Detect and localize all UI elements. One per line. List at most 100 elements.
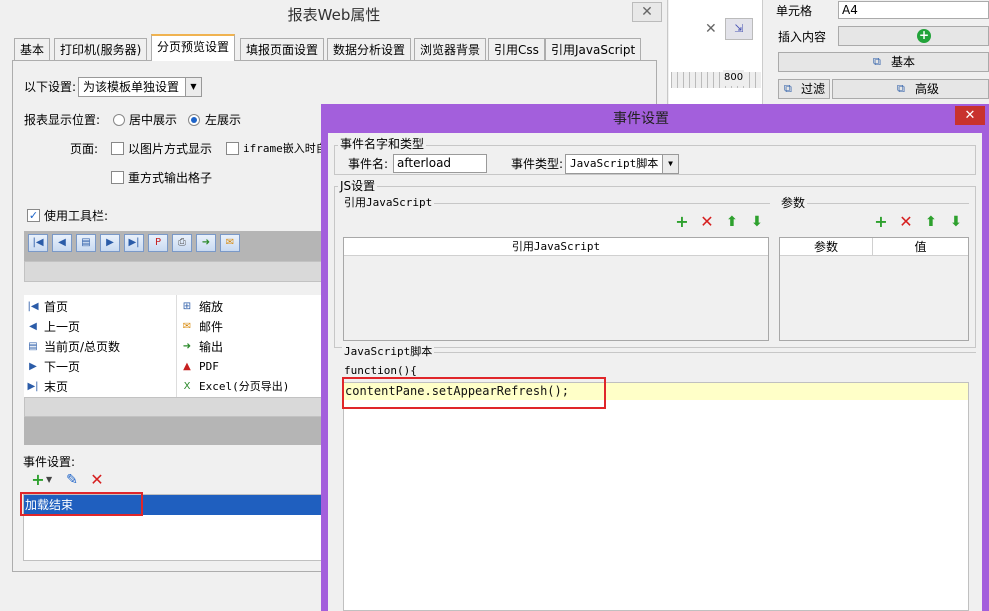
list-item-prev[interactable]: 上一页 <box>44 319 80 335</box>
list-item-zoom[interactable]: 缩放 <box>199 299 223 315</box>
code-editor[interactable] <box>343 382 969 611</box>
settings-icon: ⧉ <box>873 55 881 68</box>
tab-ref-js[interactable]: 引用JavaScript <box>545 38 642 60</box>
pdf-icon[interactable]: P <box>148 234 168 252</box>
chevron-down-icon[interactable]: ▼ <box>46 475 52 484</box>
event-type-label: 事件类型: <box>511 157 564 171</box>
delete-icon[interactable]: ✕ <box>89 472 105 488</box>
filter-icon: ⧉ <box>784 82 792 95</box>
list-item-export[interactable]: 输出 <box>199 339 223 355</box>
basic-button-label: 基本 <box>891 55 916 69</box>
tab-browser-bg[interactable]: 浏览器背景 <box>414 38 487 60</box>
basic-button[interactable]: ⧉ 基本 <box>778 52 989 72</box>
ref-js-group-label: 引用JavaScript <box>342 196 435 210</box>
tab-ref-css[interactable]: 引用Css <box>488 38 545 60</box>
arrow-down-icon[interactable]: ⬇ <box>749 214 765 230</box>
event-name-label: 事件名: <box>348 157 389 171</box>
tab-printer[interactable]: 打印机(服务器) <box>54 38 148 60</box>
export-icon: ➜ <box>182 341 192 352</box>
close-icon[interactable]: ✕ <box>632 2 662 22</box>
params-column-header: 参数 <box>780 238 873 256</box>
checkbox-grid[interactable] <box>111 171 124 184</box>
dialog-title: 报表Web属性 <box>287 6 381 24</box>
js-settings-group-label: JS设置 <box>338 179 378 193</box>
ref-js-column-header: 引用JavaScript <box>344 238 768 256</box>
radio-left-label: 左展示 <box>205 113 242 127</box>
excel-icon: X <box>183 381 191 392</box>
first-page-icon[interactable]: |◀ <box>28 234 48 252</box>
tab-data-analysis[interactable]: 数据分析设置 <box>327 38 412 60</box>
params-divider <box>779 203 969 204</box>
radio-left[interactable] <box>188 114 200 126</box>
insert-button[interactable]: + <box>838 26 989 46</box>
list-item-excel[interactable]: Excel(分页导出) <box>199 379 289 395</box>
list-item-next[interactable]: 下一页 <box>44 359 80 375</box>
delete-icon[interactable]: ✕ <box>699 214 715 230</box>
advanced-button[interactable]: ⧉ 高级 <box>832 79 989 99</box>
filter-button[interactable]: ⧉ 过滤 <box>778 79 830 99</box>
arrow-up-icon[interactable]: ⬆ <box>724 214 740 230</box>
add-icon[interactable]: + <box>873 214 889 230</box>
first-page-icon: |◀ <box>27 301 39 312</box>
position-label: 报表显示位置: <box>24 113 101 127</box>
print-icon[interactable]: ⎙ <box>172 234 192 252</box>
radio-center[interactable] <box>113 114 125 126</box>
list-item-first[interactable]: 首页 <box>44 299 68 315</box>
format-icon[interactable]: ⇲ <box>725 18 753 40</box>
delete-icon[interactable]: ✕ <box>898 214 914 230</box>
ruler-mark: 800 <box>723 70 745 86</box>
list-item-last[interactable]: 末页 <box>44 379 68 395</box>
list-item-page-count[interactable]: 当前页/总页数 <box>44 339 120 355</box>
script-divider <box>342 352 976 353</box>
params-table: 参数 值 <box>779 237 969 341</box>
arrow-up-icon[interactable]: ⬆ <box>923 214 939 230</box>
page-number-icon: ▤ <box>28 341 38 352</box>
list-item-pdf[interactable]: PDF <box>199 359 219 375</box>
checkbox-image-mode[interactable] <box>111 142 124 155</box>
ruler <box>671 72 761 88</box>
prev-page-icon: ◀ <box>29 321 37 332</box>
close-icon[interactable]: ✕ <box>955 106 985 125</box>
settings-select[interactable]: 为该模板单独设置 ▼ <box>78 77 202 97</box>
checkbox-use-toolbar[interactable]: ✓ <box>27 209 40 222</box>
toolbar-label: 使用工具栏: <box>44 209 109 223</box>
script-group-label: JavaScript脚本 <box>342 345 435 359</box>
page-number-icon[interactable]: ▤ <box>76 234 96 252</box>
chevron-down-icon: ▼ <box>185 78 201 96</box>
value-column-header: 值 <box>873 238 968 256</box>
radio-center-label: 居中展示 <box>129 113 178 127</box>
prev-page-icon[interactable]: ◀ <box>52 234 72 252</box>
checkbox-iframe[interactable] <box>226 142 239 155</box>
export-icon[interactable]: ➜ <box>196 234 216 252</box>
close-icon[interactable]: ✕ <box>705 21 717 37</box>
add-icon[interactable]: + <box>674 214 690 230</box>
advanced-button-label: 高级 <box>915 82 940 96</box>
cell-field[interactable]: A4 <box>838 1 989 19</box>
tab-fill-page[interactable]: 填报页面设置 <box>240 38 325 60</box>
mail-icon: ✉ <box>182 321 192 332</box>
tab-pagination-preview[interactable]: 分页预览设置 <box>151 34 236 61</box>
list-divider <box>176 295 177 397</box>
add-icon: + <box>917 28 931 43</box>
next-page-icon[interactable]: ▶ <box>100 234 120 252</box>
event-settings-dialog: 事件设置 ✕ 事件名字和类型 事件名: afterload 事件类型: Java… <box>321 104 989 611</box>
dialog-body: 事件名字和类型 事件名: afterload 事件类型: JavaScript脚… <box>328 133 982 611</box>
zoom-icon: ⊞ <box>182 301 192 312</box>
highlight-code-line <box>342 377 606 409</box>
insert-label: 插入内容 <box>778 30 827 44</box>
last-page-icon: ▶| <box>27 381 39 392</box>
pdf-icon: ▲ <box>183 361 191 372</box>
mail-icon[interactable]: ✉ <box>220 234 240 252</box>
last-page-icon[interactable]: ▶| <box>124 234 144 252</box>
settings-label: 以下设置: <box>24 80 77 94</box>
chevron-down-icon: ▼ <box>662 155 678 173</box>
edit-icon[interactable]: ✎ <box>64 472 80 488</box>
next-page-icon: ▶ <box>29 361 37 372</box>
toolbar-preview-bar <box>24 261 322 282</box>
list-item-mail[interactable]: 邮件 <box>199 319 223 335</box>
event-name-field[interactable]: afterload <box>393 154 487 173</box>
arrow-down-icon[interactable]: ⬇ <box>948 214 964 230</box>
tab-basic[interactable]: 基本 <box>14 38 51 60</box>
add-event-icon[interactable]: + <box>30 472 46 488</box>
event-type-select[interactable]: JavaScript脚本 ▼ <box>565 154 679 174</box>
